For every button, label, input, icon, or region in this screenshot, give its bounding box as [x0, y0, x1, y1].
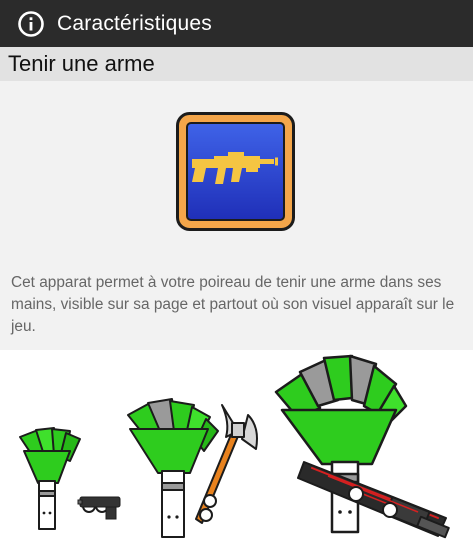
- leek-with-axe: [127, 398, 258, 538]
- info-icon[interactable]: [17, 10, 45, 38]
- app-header: Caractéristiques: [0, 0, 473, 47]
- leek-gallery: [0, 350, 473, 549]
- feature-description: Cet apparat permet à votre poireau de te…: [11, 274, 455, 335]
- leek-with-rifle: [274, 354, 450, 539]
- page-title: Caractéristiques: [57, 11, 212, 35]
- leek-with-pistol: [19, 427, 121, 530]
- section-title: Tenir une arme: [8, 51, 155, 76]
- feature-panel: Cet apparat permet à votre poireau de te…: [0, 81, 473, 350]
- weapon-icon: [176, 112, 295, 231]
- section-header: Tenir une arme: [0, 47, 473, 81]
